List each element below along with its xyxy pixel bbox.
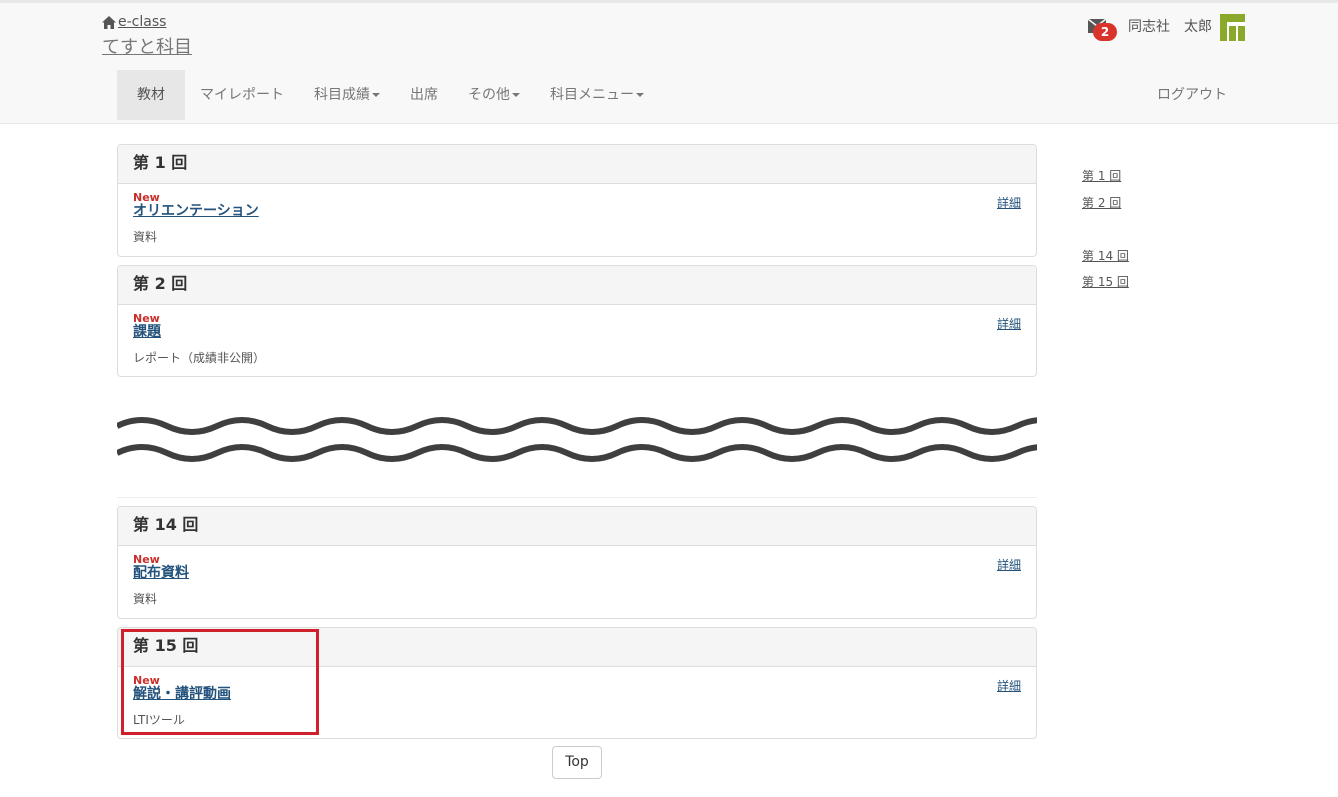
nav-item-grades[interactable]: 科目成績 (299, 70, 395, 120)
nav-label: 科目メニュー (550, 87, 634, 103)
sidenav-link[interactable]: 第 1 回 (1082, 167, 1121, 184)
session-panel: 第 15 回 New 解説・講評動画 LTIツール 詳細 (117, 627, 1037, 739)
sidenav-link[interactable]: 第 15 回 (1082, 273, 1129, 290)
item-type: レポート（成績非公開） (133, 351, 266, 365)
top-button[interactable]: Top (552, 746, 602, 779)
sidenav-link[interactable]: 第 2 回 (1082, 194, 1121, 211)
new-label: New (133, 674, 160, 687)
item-title-link[interactable]: オリエンテーション (133, 203, 1021, 219)
item-title-link[interactable]: 課題 (133, 324, 1021, 340)
session-panel: 第 1 回 New オリエンテーション 資料 詳細 (117, 144, 1037, 257)
mail-count-badge: 2 (1093, 23, 1117, 41)
session-body: New 課題 レポート（成績非公開） 詳細 (118, 305, 1036, 376)
detail-link[interactable]: 詳細 (997, 194, 1021, 211)
nav-label: 科目成績 (314, 87, 370, 103)
nav-label: 教材 (137, 87, 165, 103)
item-title-link[interactable]: 配布資料 (133, 565, 1021, 581)
avatar-icon[interactable] (1220, 14, 1245, 41)
nav-item-materials[interactable]: 教材 (117, 70, 185, 120)
session-panel: 第 2 回 New 課題 レポート（成績非公開） 詳細 (117, 265, 1037, 377)
new-label: New (133, 191, 160, 204)
course-title[interactable]: てすと科目 (102, 33, 192, 59)
nav-item-attendance[interactable]: 出席 (395, 70, 453, 120)
content-break-wave (117, 417, 1037, 462)
caret-down-icon (512, 93, 520, 97)
detail-link[interactable]: 詳細 (997, 315, 1021, 332)
detail-link[interactable]: 詳細 (997, 677, 1021, 694)
nav-label: 出席 (410, 87, 438, 103)
divider (117, 497, 1037, 498)
session-heading: 第 1 回 (118, 145, 1036, 184)
item-title-link[interactable]: 解説・講評動画 (133, 686, 1021, 702)
session-body: New 解説・講評動画 LTIツール 詳細 (118, 667, 1036, 738)
user-org[interactable]: 同志社 (1128, 16, 1170, 36)
nav-item-my-reports[interactable]: マイレポート (185, 70, 299, 120)
caret-down-icon (372, 93, 380, 97)
item-type: 資料 (133, 592, 158, 606)
nav-item-other[interactable]: その他 (453, 70, 535, 120)
new-label: New (133, 312, 160, 325)
new-label: New (133, 553, 160, 566)
session-heading: 第 14 回 (118, 507, 1036, 546)
caret-down-icon (636, 93, 644, 97)
nav-label: マイレポート (200, 87, 284, 103)
session-body: New オリエンテーション 資料 詳細 (118, 184, 1036, 255)
session-body: New 配布資料 資料 詳細 (118, 546, 1036, 617)
item-type: 資料 (133, 230, 158, 244)
logout-link[interactable]: ログアウト (1157, 70, 1227, 120)
session-heading: 第 2 回 (118, 266, 1036, 305)
session-panel: 第 14 回 New 配布資料 資料 詳細 (117, 506, 1037, 619)
home-icon (102, 15, 116, 29)
site-name: e-class (118, 14, 167, 30)
mail-button[interactable]: 2 (1087, 17, 1117, 43)
nav-label: その他 (468, 87, 510, 103)
user-name[interactable]: 太郎 (1184, 16, 1212, 36)
nav-item-course-menu[interactable]: 科目メニュー (535, 70, 659, 120)
item-type: LTIツール (133, 713, 185, 727)
sidenav-link[interactable]: 第 14 回 (1082, 247, 1129, 264)
main-nav: 教材 マイレポート 科目成績 出席 その他 科目メニュー (117, 70, 659, 120)
detail-link[interactable]: 詳細 (997, 556, 1021, 573)
home-link[interactable]: e-class (102, 14, 166, 30)
session-heading: 第 15 回 (118, 628, 1036, 667)
